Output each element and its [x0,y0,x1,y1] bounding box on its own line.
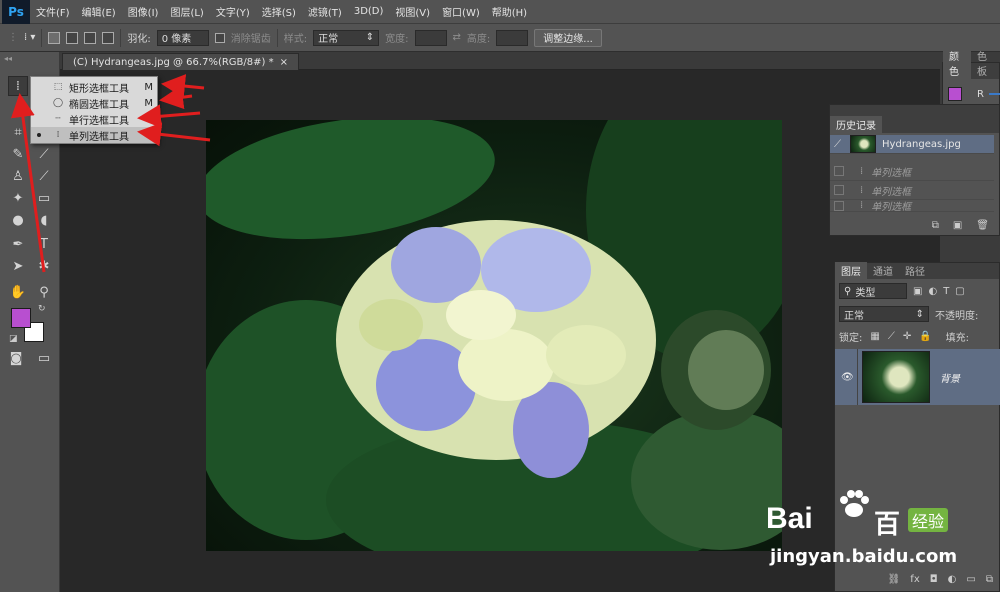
arrow-to-rect-marquee [161,74,205,99]
adjustment-filter-icon[interactable]: ◐ [928,286,937,297]
tab-layers[interactable]: 图层 [835,262,867,279]
filter-type-select[interactable]: ⚲ 类型 [839,283,907,299]
new-document-icon[interactable]: ⧉ [932,220,939,231]
color-panel-tabs: 颜色 色板 [943,47,999,79]
foreground-color-swatch[interactable] [11,308,31,328]
tab-channels[interactable]: 通道 [867,262,899,279]
history-state-label: 单列选框 [871,167,912,179]
lock-transparent-icon[interactable]: ▦ [870,331,879,342]
chevron-down-icon: ⇕ [915,308,924,320]
lock-label: 锁定: [839,333,863,344]
trash-icon[interactable]: 🗑 [976,220,989,231]
baidu-brand-cn: 百 [874,510,901,540]
image-filter-icon[interactable]: ▣ [913,286,922,297]
shape-filter-icon[interactable]: ▢ [955,286,964,297]
history-state[interactable]: ⁞ 单列选框 [830,200,994,212]
search-icon: ⚲ [844,285,852,297]
snapshot-name: Hydrangeas.jpg [882,138,961,150]
history-state-label: 单列选框 [871,186,912,198]
tab-history[interactable]: 历史记录 [830,116,882,133]
history-state[interactable]: ⁞ 单列选框 [830,181,994,200]
layer-row-background[interactable]: 👁 背景 [835,349,1000,405]
layer-filter-row: ⚲ 类型 ▣ ◐ T ▢ [839,283,965,299]
type-filter-icon[interactable]: T [943,286,949,297]
camera-icon[interactable]: ▣ [953,220,962,231]
fill-label: 填充: [945,333,970,344]
column-marquee-icon: ⁞ [860,165,864,177]
lock-move-icon[interactable]: ✛ [903,331,911,342]
visibility-eye-icon[interactable]: 👁 [841,372,857,383]
baidu-jingyan-watermark: Bai 百 经验 jingyan.baidu.com [760,486,996,576]
baidu-paw-logo [840,490,869,517]
lock-row: 锁定: ▦ ⟋ ✛ 🔒 填充: [839,329,969,344]
channel-label: R [977,89,984,100]
history-panel: 历史记录 ⟋ Hydrangeas.jpg ⁞ 单列选框 ⁞ 单列选框 ⁞ 单列… [829,104,1000,236]
history-checkbox[interactable] [834,185,844,195]
arrow-to-row-marquee [137,104,201,129]
history-state-label: 单列选框 [871,202,912,212]
color-panel: 颜色 色板 R [942,47,1000,110]
opacity-label: 不透明度: [935,310,979,322]
history-footer: ⧉ ▣ 🗑 [830,215,999,235]
arrow-to-ellipse-marquee [159,85,193,110]
history-tabs: 历史记录 [830,116,999,133]
baidu-brand: Bai [766,502,813,535]
blend-row: 正常 ⇕ 不透明度: [839,306,978,322]
tab-swatches[interactable]: 色板 [971,47,999,79]
channel-slider[interactable] [989,93,1000,95]
jingyan-url: jingyan.baidu.com [770,546,958,567]
snapshot-brush-icon[interactable]: ⟋ [834,139,850,150]
history-snapshot[interactable]: ⟋ Hydrangeas.jpg [830,135,994,154]
blend-mode-value: 正常 [844,310,864,322]
lock-paint-icon[interactable]: ⟋ [888,331,895,342]
history-checkbox[interactable] [834,166,844,176]
layers-tabs: 图层 通道 路径 [835,262,999,279]
history-checkbox[interactable] [834,200,844,211]
tab-color[interactable]: 颜色 [943,47,971,79]
column-marquee-icon: ⁞ [860,200,864,211]
divider [857,349,858,405]
tab-paths[interactable]: 路径 [899,262,931,279]
blend-mode-select[interactable]: 正常 ⇕ [839,306,929,322]
snapshot-thumbnail [850,135,876,153]
jingyan-badge: 经验 [908,508,949,532]
column-marquee-icon: ⁞ [860,184,864,196]
layer-name: 背景 [940,373,960,385]
history-state[interactable]: ⁞ 单列选框 [830,162,994,181]
arrow-to-column-marquee [137,122,211,147]
layer-thumbnail [862,351,930,403]
filter-type-value: 类型 [855,287,876,299]
arrow-to-marquee-tool [10,93,46,273]
color-preview-swatch[interactable] [948,87,962,101]
lock-all-icon[interactable]: 🔒 [919,331,931,342]
